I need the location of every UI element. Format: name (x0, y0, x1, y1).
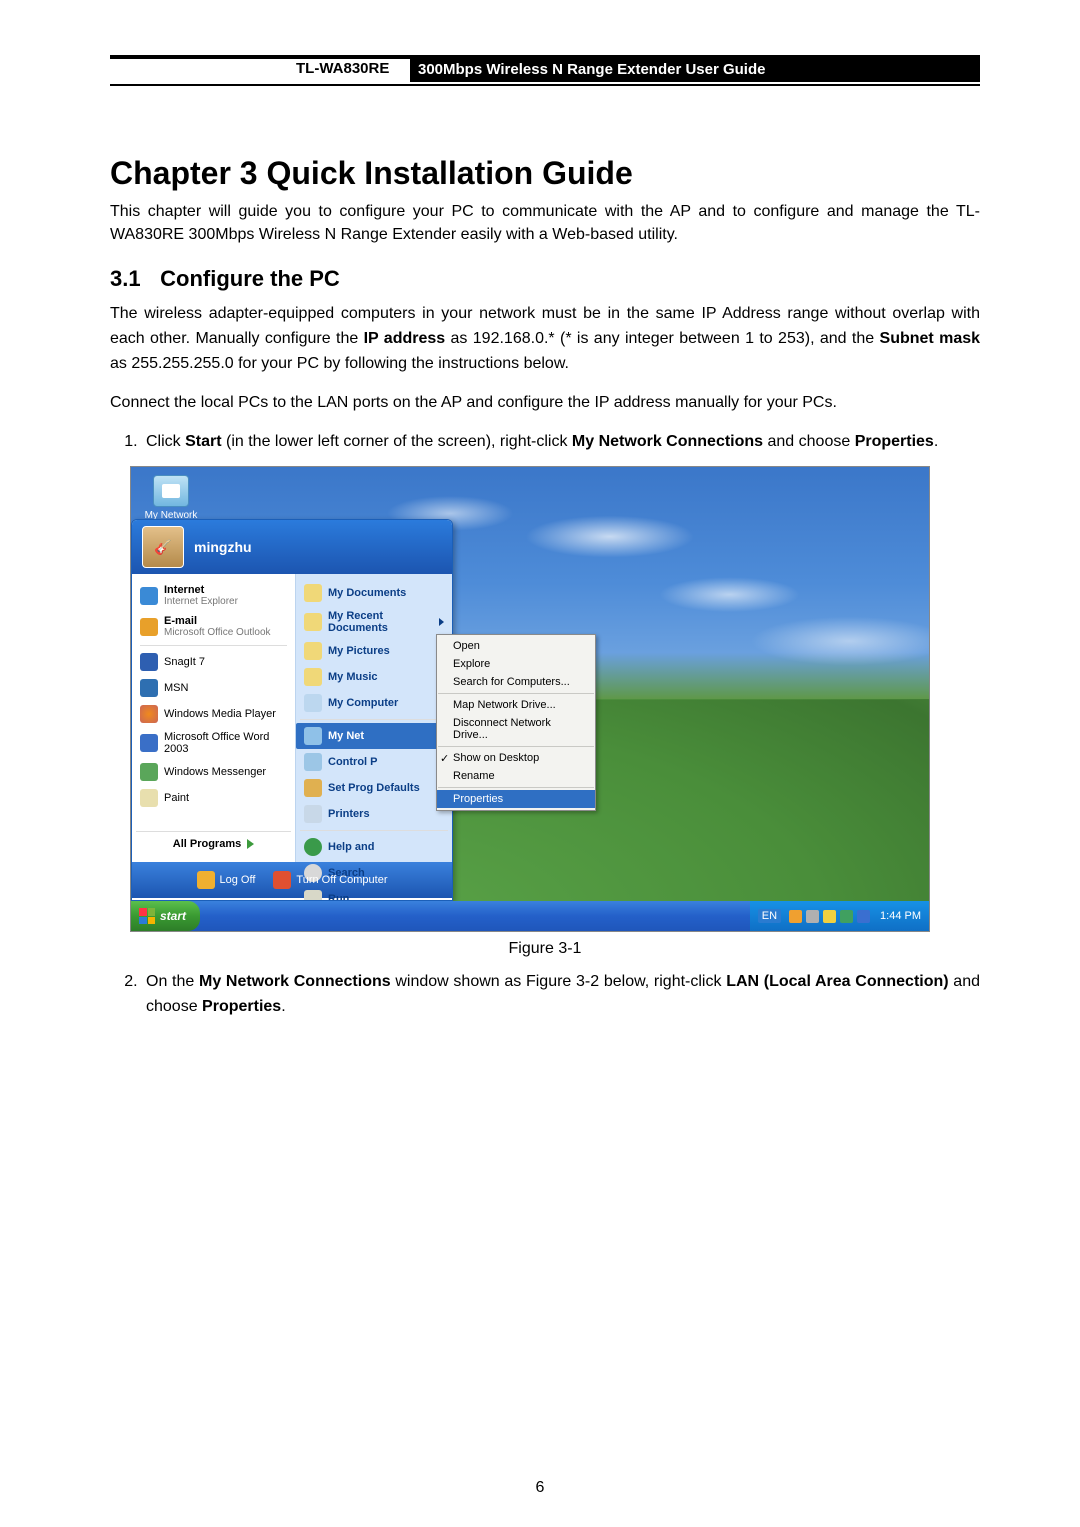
ctx-explore[interactable]: Explore (437, 655, 595, 673)
chevron-right-icon (247, 839, 254, 849)
start-item-printers[interactable]: Printers (296, 801, 452, 827)
start-item-help[interactable]: Help and (296, 834, 452, 860)
header-rule-bottom (110, 84, 980, 86)
steps-list: Click Start (in the lower left corner of… (110, 430, 980, 455)
user-name: mingzhu (194, 539, 252, 555)
start-item-word[interactable]: Microsoft Office Word 2003 (136, 727, 291, 759)
paragraph-ip-config: The wireless adapter-equipped computers … (110, 302, 980, 376)
tray-icon[interactable] (806, 910, 819, 923)
ctx-properties[interactable]: Properties (437, 790, 595, 808)
user-avatar: 🎸 (142, 526, 184, 568)
ctx-show-on-desktop[interactable]: Show on Desktop (437, 749, 595, 767)
chevron-right-icon (439, 618, 444, 626)
start-item-my-network[interactable]: My Net (296, 723, 452, 749)
logoff-button[interactable]: Log Off (197, 871, 256, 889)
turnoff-button[interactable]: Turn Off Computer (273, 871, 387, 889)
start-item-paint[interactable]: Paint (136, 785, 291, 811)
tray-icon[interactable] (857, 910, 870, 923)
start-item-msn[interactable]: MSN (136, 675, 291, 701)
start-menu-header: 🎸 mingzhu (132, 520, 452, 574)
paragraph-connect-lan: Connect the local PCs to the LAN ports o… (110, 391, 980, 416)
system-tray: EN 1:44 PM (750, 901, 929, 931)
taskbar-clock[interactable]: 1:44 PM (880, 910, 921, 922)
figure-3-1: My Network Places 🎸 mingzhu InternetInte… (110, 466, 980, 932)
section-title: Configure the PC (160, 266, 340, 291)
section-number: 3.1 (110, 266, 154, 292)
start-item-my-computer[interactable]: My Computer (296, 690, 452, 716)
tray-icon[interactable] (823, 910, 836, 923)
ctx-disconnect-drive[interactable]: Disconnect Network Drive... (437, 714, 595, 744)
page-number: 6 (0, 1479, 1080, 1497)
steps-list-cont: On the My Network Connections window sho… (110, 970, 980, 1020)
start-button[interactable]: start (131, 901, 200, 931)
header-title: 300Mbps Wireless N Range Extender User G… (410, 58, 980, 82)
ctx-open[interactable]: Open (437, 637, 595, 655)
section-heading: 3.1 Configure the PC (110, 266, 980, 292)
step-1: Click Start (in the lower left corner of… (142, 430, 980, 455)
header-model: TL-WA830RE (296, 60, 389, 77)
intro-paragraph: This chapter will guide you to configure… (110, 200, 980, 246)
start-item-messenger[interactable]: Windows Messenger (136, 759, 291, 785)
tray-icon[interactable] (789, 910, 802, 923)
start-item-my-documents[interactable]: My Documents (296, 580, 452, 606)
start-item-wmp[interactable]: Windows Media Player (136, 701, 291, 727)
start-item-my-pictures[interactable]: My Pictures (296, 638, 452, 664)
start-item-recent-docs[interactable]: My Recent Documents (296, 606, 452, 638)
start-item-set-defaults[interactable]: Set Prog Defaults (296, 775, 452, 801)
figure-caption: Figure 3-1 (110, 940, 980, 958)
tray-icon[interactable] (840, 910, 853, 923)
taskbar: start EN 1:44 PM (131, 901, 929, 931)
all-programs[interactable]: All Programs (136, 831, 291, 856)
start-menu-left-column: InternetInternet Explorer E-mailMicrosof… (132, 574, 295, 862)
windows-logo-icon (139, 908, 155, 924)
step-2: On the My Network Connections window sho… (142, 970, 980, 1020)
chapter-title: Chapter 3 Quick Installation Guide (110, 155, 980, 192)
ctx-map-drive[interactable]: Map Network Drive... (437, 696, 595, 714)
page-header: TL-WA830RE 300Mbps Wireless N Range Exte… (110, 58, 980, 82)
language-indicator[interactable]: EN (758, 909, 781, 923)
winxp-desktop: My Network Places 🎸 mingzhu InternetInte… (130, 466, 930, 932)
context-menu: Open Explore Search for Computers... Map… (436, 634, 596, 811)
start-item-control-panel[interactable]: Control P (296, 749, 452, 775)
start-menu: 🎸 mingzhu InternetInternet Explorer E-ma… (131, 519, 453, 901)
start-item-internet[interactable]: InternetInternet Explorer (136, 580, 291, 611)
start-item-my-music[interactable]: My Music (296, 664, 452, 690)
network-places-icon (153, 475, 189, 507)
start-item-email[interactable]: E-mailMicrosoft Office Outlook (136, 611, 291, 642)
ctx-search-computers[interactable]: Search for Computers... (437, 673, 595, 691)
ctx-rename[interactable]: Rename (437, 767, 595, 785)
start-item-snagit[interactable]: SnagIt 7 (136, 649, 291, 675)
start-menu-right-column: My Documents My Recent Documents My Pict… (295, 574, 452, 862)
